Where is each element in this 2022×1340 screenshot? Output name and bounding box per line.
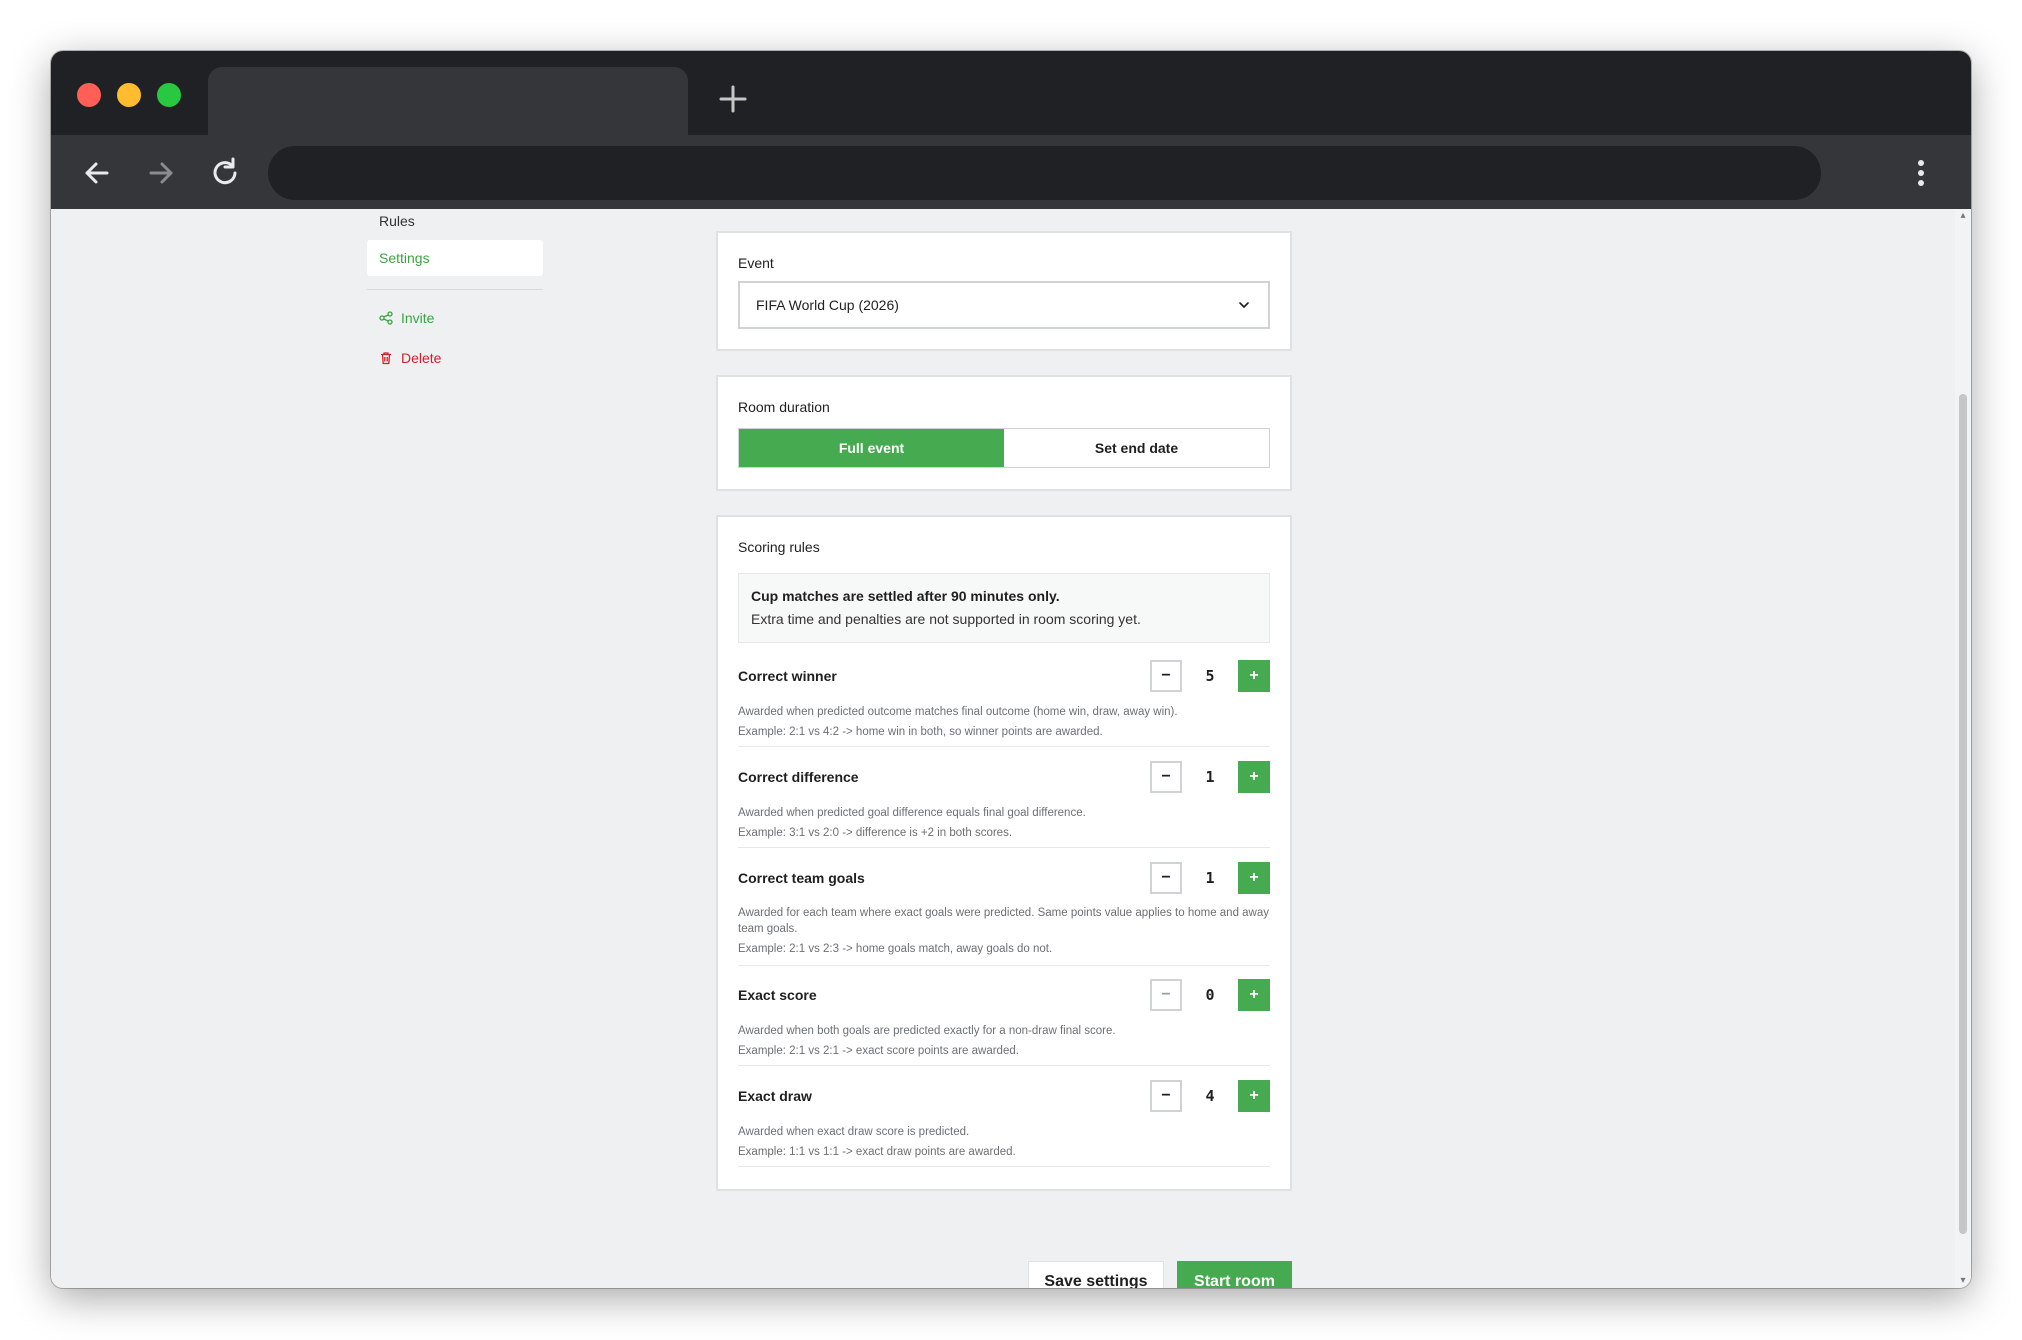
decrement-button[interactable]: −	[1150, 1080, 1182, 1112]
points-stepper: − 4 +	[1150, 1080, 1270, 1112]
scrollbar-thumb[interactable]	[1959, 394, 1967, 1234]
back-arrow-icon[interactable]	[77, 153, 117, 193]
rule-correct-team-goals: Correct team goals − 1 + Awarded for eac…	[738, 862, 1270, 966]
scroll-up-icon[interactable]: ▴	[1958, 211, 1968, 221]
maximize-window-button[interactable]	[157, 83, 181, 107]
points-value: 4	[1205, 1087, 1215, 1105]
rule-title: Correct team goals	[738, 870, 865, 886]
rule-correct-winner: Correct winner − 5 + Awarded when predic…	[738, 660, 1270, 747]
rule-description: Awarded for each team where exact goals …	[738, 905, 1270, 957]
points-stepper: − 1 +	[1150, 862, 1270, 894]
browser-toolbar	[51, 135, 1971, 209]
chevron-down-icon	[1239, 302, 1249, 308]
rule-title: Correct winner	[738, 668, 837, 684]
room-duration-card: Room duration Full event Set end date	[716, 375, 1292, 491]
new-tab-icon[interactable]	[715, 81, 751, 117]
points-value: 0	[1205, 986, 1215, 1004]
event-card: Event FIFA World Cup (2026)	[716, 231, 1292, 351]
rule-desc-text: Awarded for each team where exact goals …	[738, 907, 1270, 935]
room-duration-label: Room duration	[738, 399, 830, 415]
delete-link[interactable]: Delete	[379, 350, 441, 366]
sidebar-item-rules[interactable]: Rules	[379, 213, 415, 229]
share-icon	[379, 311, 393, 325]
decrement-button[interactable]: −	[1150, 761, 1182, 793]
browser-window: Rules Settings Invite Delete Event FIFA …	[51, 51, 1971, 1288]
decrement-button[interactable]: −	[1150, 660, 1182, 692]
invite-link[interactable]: Invite	[379, 310, 434, 326]
event-select[interactable]: FIFA World Cup (2026)	[738, 281, 1270, 329]
kebab-menu-icon[interactable]	[1911, 153, 1931, 193]
rule-description: Awarded when predicted goal difference e…	[738, 803, 1270, 843]
notice-title: Cup matches are settled after 90 minutes…	[751, 588, 1060, 604]
rule-exact-score: Exact score − 0 + Awarded when both goal…	[738, 979, 1270, 1066]
save-settings-button[interactable]: Save settings	[1028, 1261, 1164, 1288]
rule-desc-text: Awarded when predicted outcome matches f…	[738, 706, 1178, 718]
rule-example-text: Example: 3:1 vs 2:0 -> difference is +2 …	[738, 827, 1013, 839]
rule-example-text: Example: 2:1 vs 4:2 -> home win in both,…	[738, 726, 1103, 738]
set-end-date-option[interactable]: Set end date	[1004, 429, 1269, 467]
increment-button[interactable]: +	[1238, 862, 1270, 894]
minimize-window-button[interactable]	[117, 83, 141, 107]
reload-icon[interactable]	[205, 153, 245, 193]
points-value: 1	[1205, 869, 1215, 887]
increment-button[interactable]: +	[1238, 1080, 1270, 1112]
start-room-button[interactable]: Start room	[1177, 1261, 1292, 1288]
event-selected-value: FIFA World Cup (2026)	[756, 297, 899, 313]
sidebar-divider	[367, 289, 543, 290]
rule-title: Correct difference	[738, 769, 859, 785]
scrollbar[interactable]: ▴ ▾	[1955, 209, 1971, 1288]
rule-desc-text: Awarded when predicted goal difference e…	[738, 807, 1086, 819]
rule-desc-text: Awarded when exact draw score is predict…	[738, 1126, 970, 1138]
points-stepper: − 0 +	[1150, 979, 1270, 1011]
event-label: Event	[738, 255, 774, 271]
rule-description: Awarded when both goals are predicted ex…	[738, 1021, 1270, 1061]
delete-label: Delete	[401, 350, 442, 366]
sidebar-item-settings[interactable]: Settings	[367, 240, 543, 276]
rule-example-text: Example: 1:1 vs 1:1 -> exact draw points…	[738, 1146, 1016, 1158]
page-content: Rules Settings Invite Delete Event FIFA …	[51, 209, 1971, 1288]
scoring-rules-label: Scoring rules	[738, 539, 820, 555]
scroll-down-icon[interactable]: ▾	[1958, 1276, 1968, 1286]
rule-example-text: Example: 2:1 vs 2:1 -> exact score point…	[738, 1045, 1019, 1057]
trash-icon	[381, 352, 391, 365]
rule-description: Awarded when predicted outcome matches f…	[738, 702, 1270, 742]
invite-label: Invite	[401, 310, 435, 326]
rule-example-text: Example: 2:1 vs 2:3 -> home goals match,…	[738, 943, 1053, 955]
full-event-option[interactable]: Full event	[739, 429, 1004, 467]
decrement-button[interactable]: −	[1150, 979, 1182, 1011]
duration-toggle: Full event Set end date	[738, 428, 1270, 468]
decrement-button[interactable]: −	[1150, 862, 1182, 894]
increment-button[interactable]: +	[1238, 660, 1270, 692]
rule-correct-difference: Correct difference − 1 + Awarded when pr…	[738, 761, 1270, 848]
increment-button[interactable]: +	[1238, 979, 1270, 1011]
notice-text: Extra time and penalties are not support…	[751, 611, 1141, 627]
points-stepper: − 5 +	[1150, 660, 1270, 692]
tab-bar	[51, 51, 1971, 135]
cup-notice: Cup matches are settled after 90 minutes…	[738, 573, 1270, 643]
rule-description: Awarded when exact draw score is predict…	[738, 1122, 1270, 1162]
rule-desc-text: Awarded when both goals are predicted ex…	[738, 1025, 1116, 1037]
close-window-button[interactable]	[77, 83, 101, 107]
points-stepper: − 1 +	[1150, 761, 1270, 793]
browser-tab[interactable]	[208, 67, 688, 135]
points-value: 1	[1205, 768, 1215, 786]
address-bar[interactable]	[268, 146, 1821, 200]
points-value: 5	[1205, 667, 1215, 685]
forward-arrow-icon[interactable]	[141, 153, 181, 193]
rule-exact-draw: Exact draw − 4 + Awarded when exact draw…	[738, 1080, 1270, 1167]
scoring-rules-card: Scoring rules Cup matches are settled af…	[716, 515, 1292, 1191]
rule-title: Exact score	[738, 987, 817, 1003]
increment-button[interactable]: +	[1238, 761, 1270, 793]
rule-title: Exact draw	[738, 1088, 812, 1104]
